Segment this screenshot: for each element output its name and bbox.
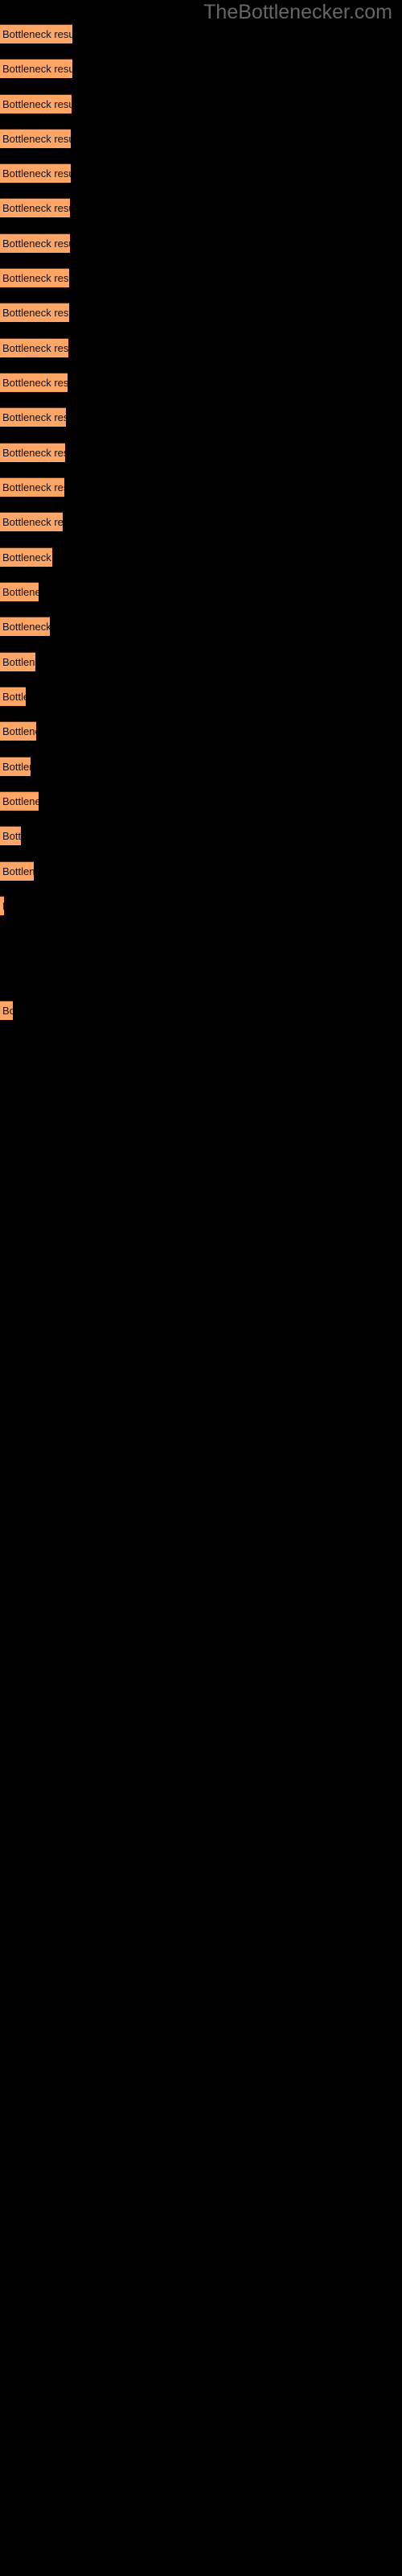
bottleneck-result-bar[interactable]: Bottleneck result <box>0 477 64 497</box>
bottleneck-bar-chart: Bottleneck result Bottleneck result Bottle… <box>0 0 402 2576</box>
bottleneck-result-bar[interactable]: Bottleneck result <box>0 652 35 671</box>
bar-label: Bottleneck result <box>2 63 72 75</box>
bottleneck-result-bar[interactable]: Bottleneck result <box>0 617 50 636</box>
bar-label: Bottleneck result <box>2 656 35 668</box>
bar-label: Bottleneck result <box>2 621 50 633</box>
bar-row: Bottleneck result <box>0 373 402 392</box>
bar-row: Bottleneck result <box>0 198 402 217</box>
bar-row: Bottleneck result <box>0 1001 402 1020</box>
bottleneck-result-bar[interactable]: Bottleneck result <box>0 721 36 741</box>
bar-row: Bottleneck result <box>0 687 402 706</box>
bar-label: Bottleneck result <box>2 237 70 250</box>
bar-label: Bottleneck result <box>2 481 64 493</box>
bottleneck-result-bar[interactable]: Bottleneck result <box>0 687 26 706</box>
bar-label: Bottleneck result <box>2 761 31 773</box>
bar-label: Bottleneck result <box>2 307 69 319</box>
bottleneck-result-bar[interactable]: Bottleneck result <box>0 24 72 43</box>
bottleneck-result-bar[interactable]: Bottleneck result <box>0 547 52 567</box>
bar-row: Bottleneck result <box>0 24 402 43</box>
bottleneck-result-bar[interactable]: Bottleneck result <box>0 163 71 183</box>
bottleneck-result-bar[interactable]: Bottleneck result <box>0 373 68 392</box>
bar-row: Bottleneck result <box>0 861 402 881</box>
bar-label: Bottleneck result <box>2 897 4 915</box>
bar-row: Bottleneck result <box>0 721 402 741</box>
bar-label: Bottleneck result <box>2 516 63 528</box>
bar-label: Bottleneck result <box>2 202 70 214</box>
bar-row: Bottleneck result <box>0 443 402 462</box>
bar-label: Bottleneck result <box>2 28 72 40</box>
bottleneck-result-bar[interactable]: Bottleneck result <box>0 198 70 217</box>
bar-row: Bottleneck result <box>0 826 402 845</box>
bottleneck-result-bar[interactable]: Bottleneck result <box>0 129 71 148</box>
bar-row: Bottleneck result <box>0 303 402 322</box>
bar-label: Bottleneck result <box>2 342 68 354</box>
bar-label: Bottleneck result <box>2 865 34 877</box>
bar-label: Bottleneck result <box>2 167 71 180</box>
bottleneck-result-bar[interactable]: Bottleneck result <box>0 1001 13 1020</box>
bottleneck-result-bar[interactable]: Bottleneck result <box>0 338 68 357</box>
bar-row: Bottleneck result <box>0 547 402 567</box>
bar-row: Bottleneck result <box>0 94 402 114</box>
bottleneck-result-bar[interactable]: Bottleneck result <box>0 791 39 811</box>
bottleneck-result-bar[interactable]: Bottleneck result <box>0 826 21 845</box>
bar-label: Bottleneck result <box>2 1005 13 1017</box>
bottleneck-result-bar[interactable]: Bottleneck result <box>0 443 65 462</box>
bar-row: Bottleneck result <box>0 582 402 601</box>
bottleneck-result-bar[interactable]: Bottleneck result <box>0 303 69 322</box>
bar-label: Bottleneck result <box>2 551 52 564</box>
bottleneck-result-bar[interactable]: Bottleneck result <box>0 582 39 601</box>
bar-row: Bottleneck result <box>0 129 402 148</box>
bar-row: Bottleneck result <box>0 407 402 427</box>
bar-label: Bottleneck result <box>2 447 65 459</box>
bar-row: Bottleneck result <box>0 896 402 915</box>
bar-row: Bottleneck result <box>0 512 402 531</box>
bottleneck-result-bar[interactable]: Bottleneck result <box>0 268 69 287</box>
bottleneck-result-bar[interactable]: Bottleneck result <box>0 861 34 881</box>
bar-row: Bottleneck result <box>0 268 402 287</box>
bottleneck-result-bar[interactable]: Bottleneck result <box>0 407 66 427</box>
bar-label: Bottleneck result <box>2 133 71 145</box>
bar-row: Bottleneck result <box>0 757 402 776</box>
bar-label: Bottleneck result <box>2 691 26 703</box>
bar-row: Bottleneck result <box>0 163 402 183</box>
bar-row: Bottleneck result <box>0 233 402 253</box>
bottleneck-result-bar[interactable]: Bottleneck result <box>0 59 72 78</box>
bottleneck-result-bar[interactable]: Bottleneck result <box>0 757 31 776</box>
bottleneck-result-bar[interactable]: Bottleneck result <box>0 94 72 114</box>
bottleneck-result-bar[interactable]: Bottleneck result <box>0 233 70 253</box>
bar-row: Bottleneck result <box>0 791 402 811</box>
bar-label: Bottleneck result <box>2 98 72 110</box>
bar-row: Bottleneck result <box>0 477 402 497</box>
bar-label: Bottleneck result <box>2 830 21 842</box>
bar-label: Bottleneck result <box>2 377 68 389</box>
bar-label: Bottleneck result <box>2 725 36 737</box>
bar-row: Bottleneck result <box>0 59 402 78</box>
bar-row: Bottleneck result <box>0 338 402 357</box>
bottleneck-result-bar[interactable]: Bottleneck result <box>0 896 4 915</box>
bar-label: Bottleneck result <box>2 272 69 284</box>
bar-label: Bottleneck result <box>2 795 39 807</box>
bar-row: Bottleneck result <box>0 617 402 636</box>
bar-label: Bottleneck result <box>2 586 39 598</box>
bar-label: Bottleneck result <box>2 411 66 423</box>
bottleneck-result-bar[interactable]: Bottleneck result <box>0 512 63 531</box>
bar-row: Bottleneck result <box>0 652 402 671</box>
